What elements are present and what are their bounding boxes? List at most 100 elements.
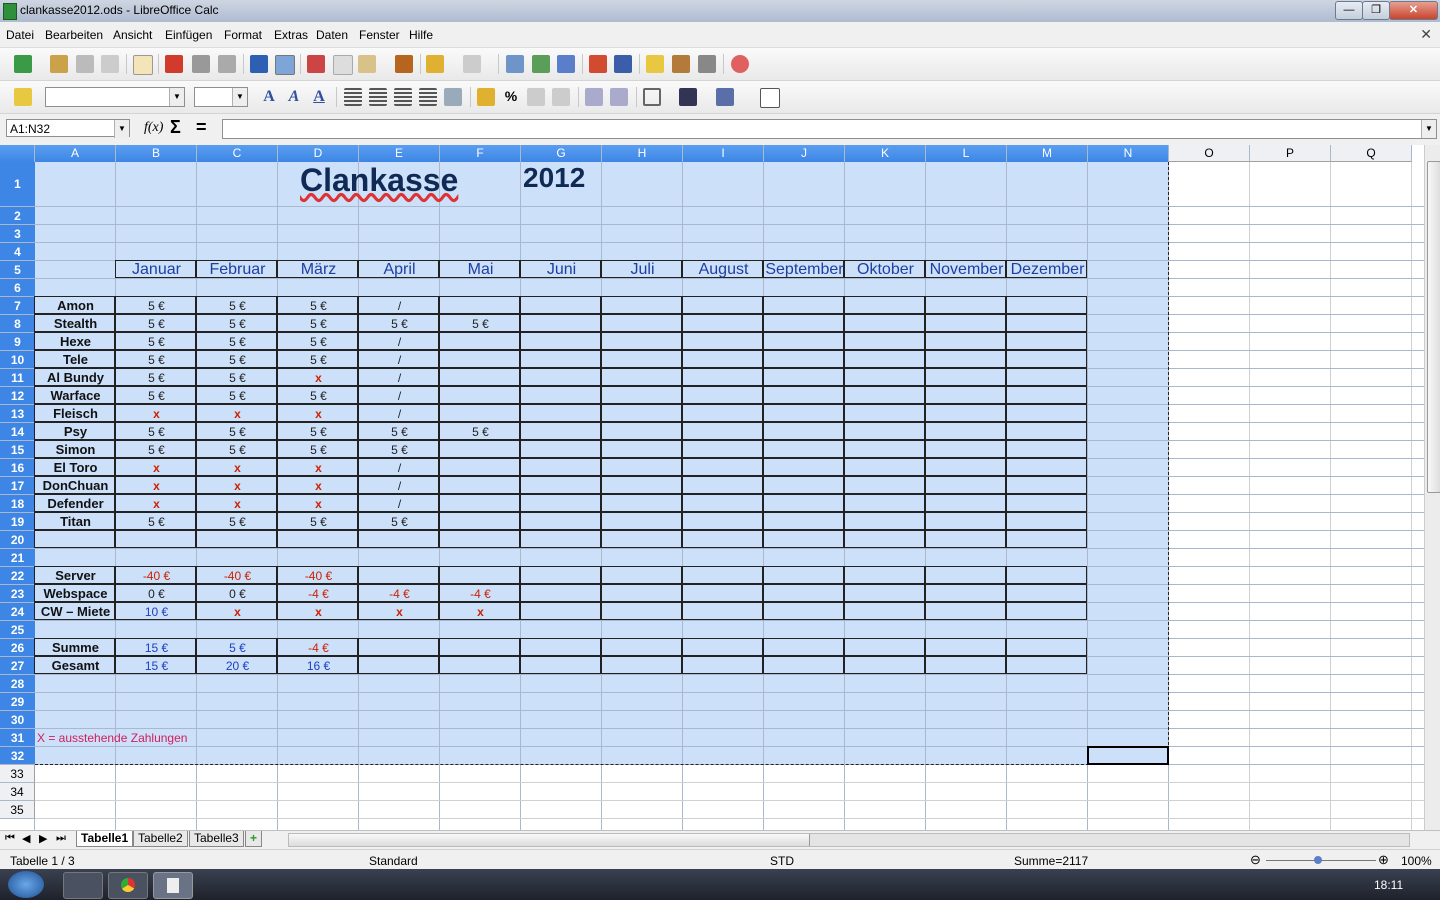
value-cell[interactable]: 5 € xyxy=(116,351,197,369)
taskbar-chrome-icon[interactable] xyxy=(108,872,148,899)
value-cell[interactable]: 10 € xyxy=(116,603,197,621)
month-header[interactable]: Januar xyxy=(116,261,197,279)
sheet-title[interactable]: Clankasse xyxy=(300,162,500,207)
value-cell[interactable]: x xyxy=(359,603,440,621)
start-button[interactable] xyxy=(8,871,44,898)
row-header-25[interactable]: 25 xyxy=(0,621,35,639)
equals-icon[interactable]: = xyxy=(196,117,207,138)
value-cell[interactable]: x xyxy=(278,369,359,387)
sheet-year[interactable]: 2012 xyxy=(523,162,603,207)
increase-indent-icon[interactable] xyxy=(610,88,628,106)
value-cell[interactable]: 5 € xyxy=(440,315,521,333)
justify-icon[interactable] xyxy=(419,88,437,106)
expand-formula-icon[interactable]: ▼ xyxy=(1421,120,1436,138)
percent-format-icon[interactable]: % xyxy=(502,88,520,106)
column-header-k[interactable]: K xyxy=(845,145,926,162)
row-header-20[interactable]: 20 xyxy=(0,531,35,549)
row-header-34[interactable]: 34 xyxy=(0,783,35,801)
row-header-5[interactable]: 5 xyxy=(0,261,35,279)
sum-icon[interactable]: Σ xyxy=(170,117,181,138)
month-header[interactable]: März xyxy=(278,261,359,279)
data-sources-icon[interactable] xyxy=(698,55,716,73)
value-cell[interactable]: x xyxy=(197,495,278,513)
align-right-icon[interactable] xyxy=(394,88,412,106)
column-header-j[interactable]: J xyxy=(764,145,845,162)
value-cell[interactable]: x xyxy=(197,603,278,621)
save-icon[interactable] xyxy=(76,55,94,73)
row-label[interactable]: El Toro xyxy=(35,459,116,477)
active-cell-cursor[interactable] xyxy=(1087,746,1169,765)
row-header-17[interactable]: 17 xyxy=(0,477,35,495)
month-header[interactable]: Juni xyxy=(521,261,602,279)
month-header[interactable]: Dezember xyxy=(1007,261,1088,279)
toggle-grid-icon[interactable] xyxy=(760,88,780,108)
row-header-29[interactable]: 29 xyxy=(0,693,35,711)
column-header-f[interactable]: F xyxy=(440,145,521,162)
value-cell[interactable]: 5 € xyxy=(116,297,197,315)
value-cell[interactable]: 20 € xyxy=(197,657,278,675)
edit-mode-icon[interactable] xyxy=(133,55,153,75)
month-header[interactable]: Oktober xyxy=(845,261,926,279)
month-header[interactable]: November xyxy=(926,261,1007,279)
row-header-10[interactable]: 10 xyxy=(0,351,35,369)
borders-icon[interactable] xyxy=(643,88,661,106)
prev-sheet-icon[interactable]: ◀ xyxy=(22,832,30,845)
row-label[interactable]: Amon xyxy=(35,297,116,315)
copy-icon[interactable] xyxy=(333,55,353,75)
value-cell[interactable]: 5 € xyxy=(278,387,359,405)
row-header-14[interactable]: 14 xyxy=(0,423,35,441)
zoom-level[interactable]: 100% xyxy=(1401,854,1432,868)
value-cell[interactable]: / xyxy=(359,333,440,351)
row-header-7[interactable]: 7 xyxy=(0,297,35,315)
value-cell[interactable]: -4 € xyxy=(440,585,521,603)
chevron-down-icon[interactable]: ▼ xyxy=(169,88,184,106)
help-icon[interactable] xyxy=(731,55,749,73)
styles-icon[interactable] xyxy=(14,88,32,106)
value-cell[interactable]: x xyxy=(278,477,359,495)
selection-mode[interactable]: STD xyxy=(770,854,794,868)
value-cell[interactable]: 5 € xyxy=(440,423,521,441)
row-header-32[interactable]: 32 xyxy=(0,747,35,765)
insert-chart-icon[interactable] xyxy=(589,55,607,73)
draw-functions-icon[interactable] xyxy=(614,55,632,73)
row-header-21[interactable]: 21 xyxy=(0,549,35,567)
row-header-31[interactable]: 31 xyxy=(0,729,35,747)
value-cell[interactable]: 5 € xyxy=(116,333,197,351)
vertical-scroll-thumb[interactable] xyxy=(1427,161,1440,493)
month-header[interactable]: September xyxy=(764,261,845,279)
value-cell[interactable]: x xyxy=(116,405,197,423)
column-header-d[interactable]: D xyxy=(278,145,359,162)
row-header-19[interactable]: 19 xyxy=(0,513,35,531)
column-header-e[interactable]: E xyxy=(359,145,440,162)
row-header-30[interactable]: 30 xyxy=(0,711,35,729)
page-style[interactable]: Standard xyxy=(369,854,418,868)
column-header-a[interactable]: A xyxy=(35,145,116,162)
background-color-icon[interactable] xyxy=(716,88,734,106)
menu-hilfe[interactable]: Hilfe xyxy=(409,28,433,42)
value-cell[interactable]: -40 € xyxy=(197,567,278,585)
taskbar-calc-icon[interactable] xyxy=(153,872,193,899)
font-name-combo[interactable]: ▼ xyxy=(45,87,185,107)
row-header-13[interactable]: 13 xyxy=(0,405,35,423)
row-label[interactable]: Stealth xyxy=(35,315,116,333)
tab-tabelle2[interactable]: Tabelle2 xyxy=(133,831,188,847)
column-header-b[interactable]: B xyxy=(116,145,197,162)
month-header[interactable]: Februar xyxy=(197,261,278,279)
row-label[interactable]: Server xyxy=(35,567,116,585)
row-label[interactable]: Fleisch xyxy=(35,405,116,423)
value-cell[interactable]: -4 € xyxy=(278,585,359,603)
value-cell[interactable]: -40 € xyxy=(116,567,197,585)
row-label[interactable]: Summe xyxy=(35,639,116,657)
close-document-icon[interactable]: ✕ xyxy=(1420,26,1432,43)
value-cell[interactable]: 5 € xyxy=(359,423,440,441)
row-label[interactable]: Hexe xyxy=(35,333,116,351)
value-cell[interactable]: 5 € xyxy=(278,333,359,351)
sort-descending-icon[interactable] xyxy=(557,55,575,73)
month-header[interactable]: August xyxy=(683,261,764,279)
tab-tabelle3[interactable]: Tabelle3 xyxy=(189,831,244,847)
value-cell[interactable]: / xyxy=(359,351,440,369)
row-header-6[interactable]: 6 xyxy=(0,279,35,297)
row-label[interactable]: Webspace xyxy=(35,585,116,603)
decrease-indent-icon[interactable] xyxy=(585,88,603,106)
value-cell[interactable]: / xyxy=(359,495,440,513)
